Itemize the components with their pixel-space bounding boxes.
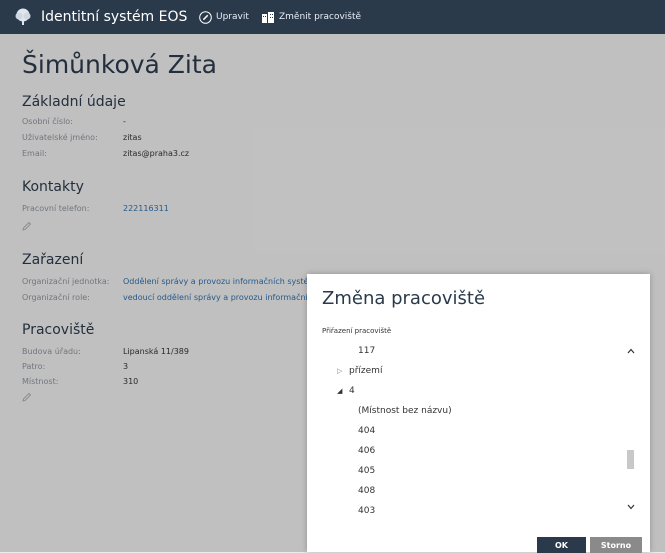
change-workplace-label: Změnit pracoviště: [279, 12, 362, 22]
tree-item-label: 406: [358, 446, 376, 456]
chevron-down-icon[interactable]: [626, 502, 636, 512]
app-title: Identitní systém EOS: [41, 9, 188, 25]
tree-item-label: 4: [349, 386, 355, 396]
tree-item-label: 404: [358, 426, 376, 436]
collapse-icon[interactable]: ◢: [337, 387, 349, 395]
scrollbar-thumb[interactable]: [627, 450, 634, 469]
tree-item-label: 403: [358, 506, 376, 516]
tree-item[interactable]: ▷ přízemí: [337, 362, 382, 380]
tree-item-label: 405: [358, 466, 376, 476]
brand[interactable]: Identitní systém EOS: [13, 7, 187, 27]
tree-item[interactable]: (Místnost bez názvu): [358, 402, 452, 420]
edit-button[interactable]: Upravit: [199, 9, 249, 25]
tree-item[interactable]: 404: [358, 422, 375, 440]
tree-item[interactable]: ◢ 4: [337, 382, 355, 400]
tree-item-label: přízemí: [349, 366, 383, 376]
tree-logo-icon: [15, 8, 31, 25]
pencil-circle-icon: [199, 10, 212, 24]
edit-button-label: Upravit: [216, 12, 249, 22]
tree-item-label: (Místnost bez názvu): [358, 406, 452, 416]
workplace-tree[interactable]: 117 ▷ přízemí ◢ 4 (Místnost bez názvu) 4…: [322, 338, 622, 522]
tree-item-label: 117: [358, 346, 376, 356]
tree-item[interactable]: 403: [358, 502, 375, 520]
tree-item[interactable]: 406: [358, 442, 375, 460]
ok-button[interactable]: OK: [537, 537, 586, 553]
expand-icon[interactable]: ▷: [337, 367, 349, 375]
buildings-icon: [262, 12, 274, 23]
cancel-button[interactable]: Storno: [590, 537, 642, 553]
tree-item[interactable]: 117: [358, 342, 375, 360]
tree-item[interactable]: 408: [358, 482, 375, 500]
top-bar: Identitní systém EOS Upravit Změnit prac…: [0, 0, 665, 34]
tree-item[interactable]: 405: [358, 462, 375, 480]
dialog-title: Změna pracoviště: [322, 288, 486, 309]
tree-item-label: 408: [358, 486, 376, 496]
change-workplace-dialog: Změna pracoviště Přiřazení pracoviště 11…: [307, 274, 650, 553]
chevron-up-icon[interactable]: [626, 346, 636, 356]
dialog-field-label: Přiřazení pracoviště: [322, 327, 392, 335]
change-workplace-button[interactable]: Změnit pracoviště: [261, 9, 361, 25]
